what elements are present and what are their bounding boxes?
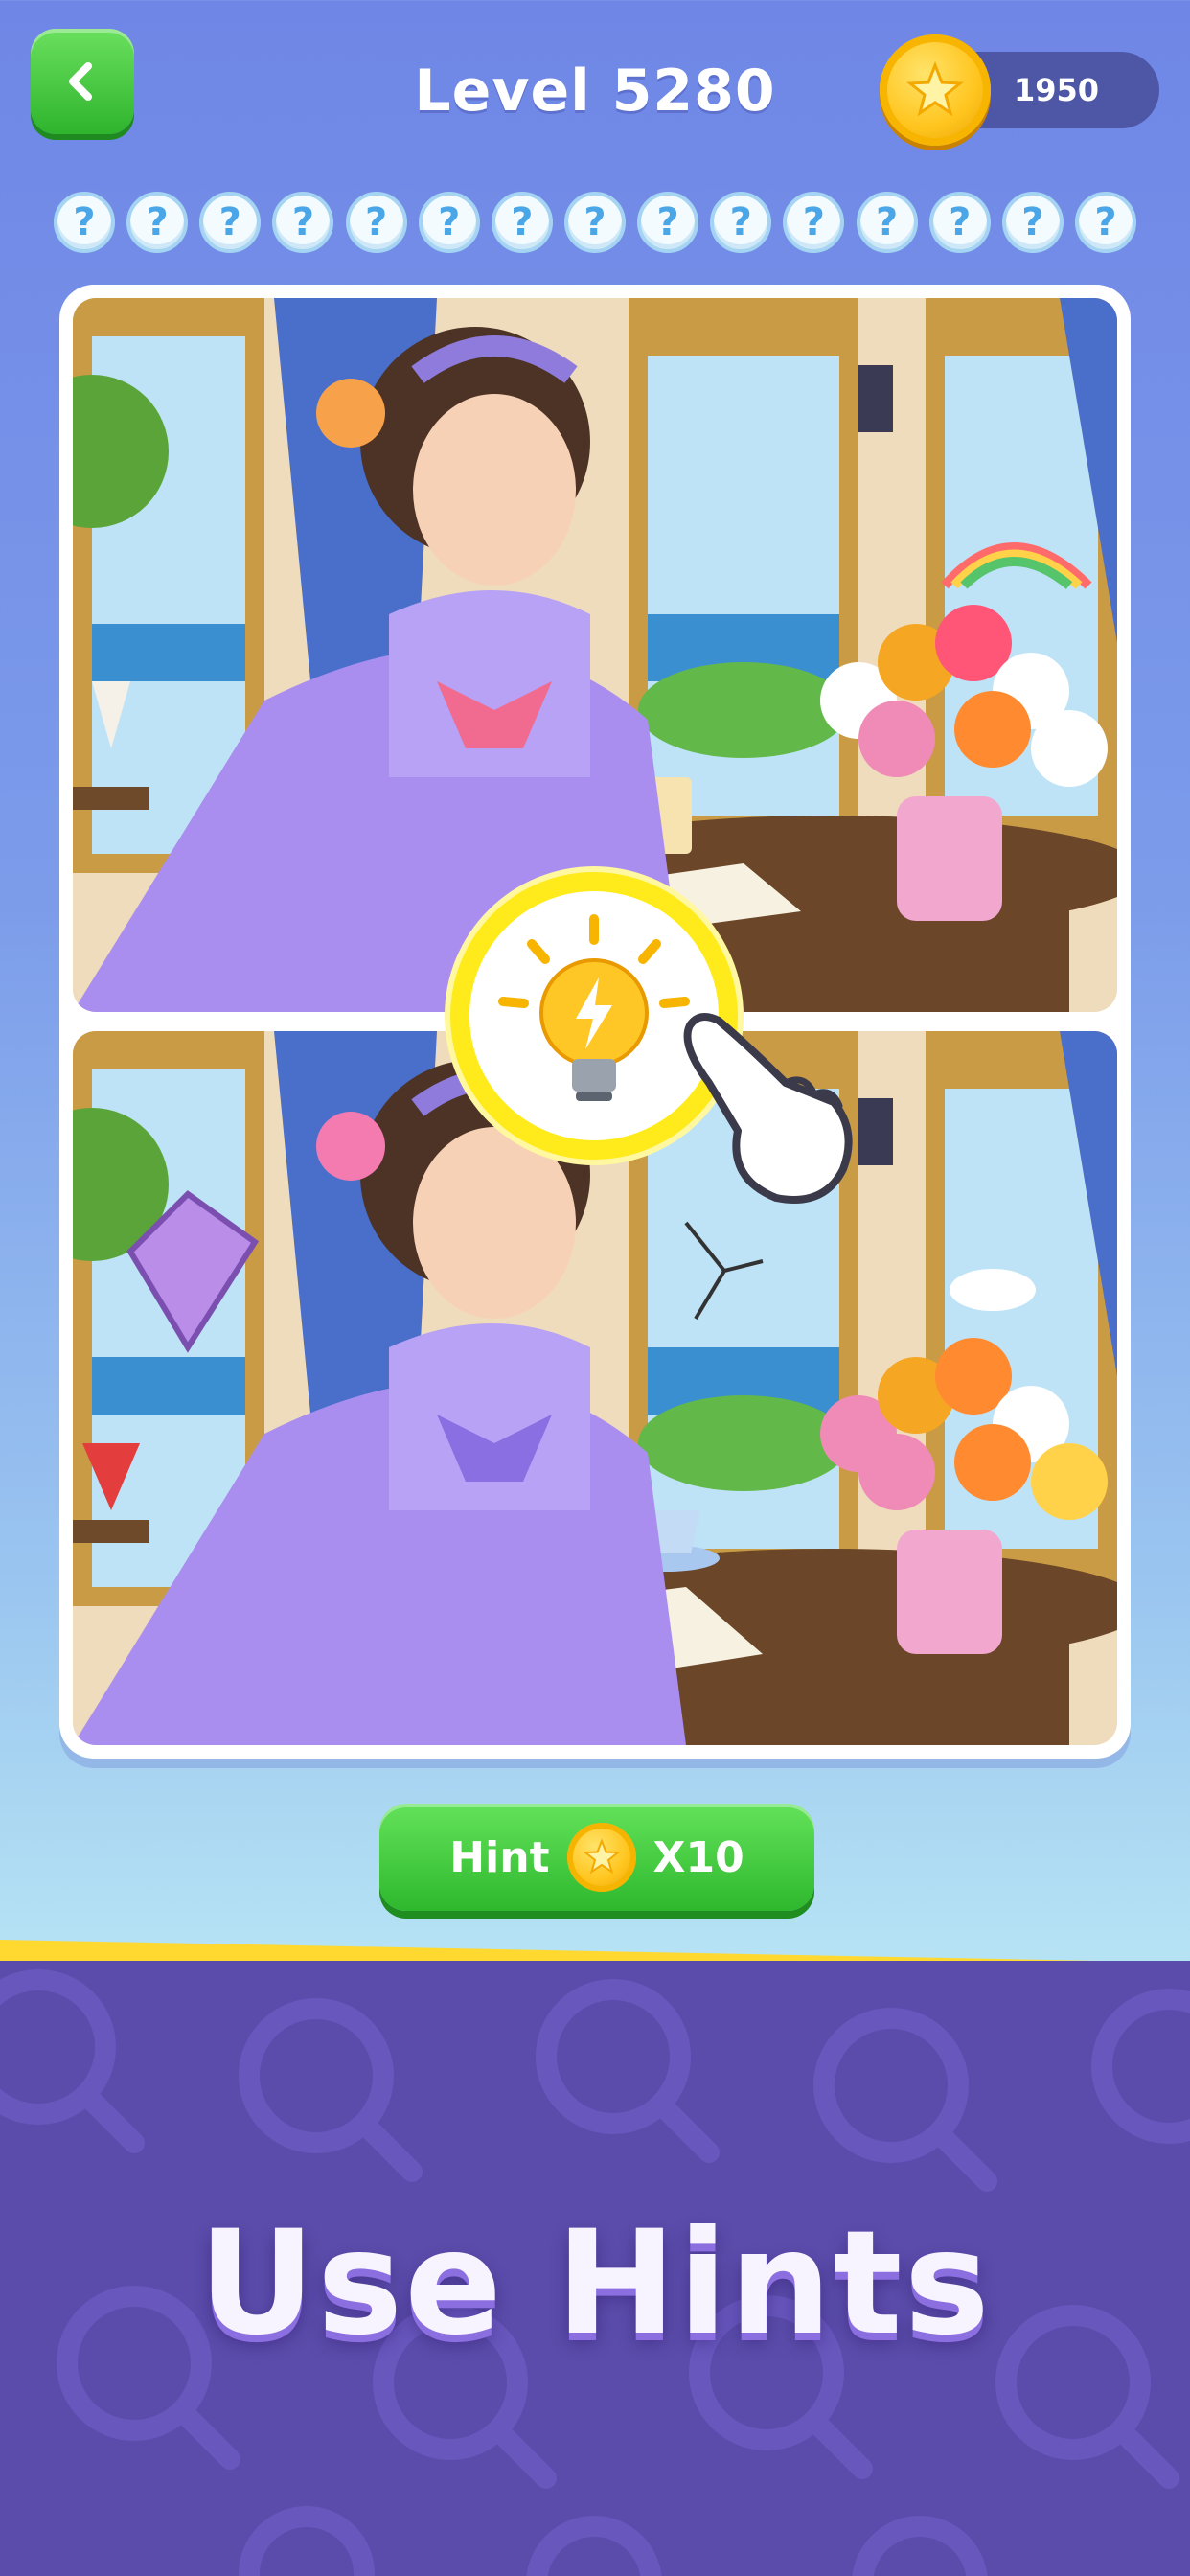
question-mark-icon: ? (783, 192, 845, 253)
question-mark-icon: ? (126, 192, 189, 253)
hint-button[interactable]: Hint X10 (379, 1804, 814, 1911)
question-mark-icon: ? (1001, 192, 1064, 253)
difference-markers: ??????????????? (54, 192, 1136, 255)
promo-banner: Use Hints (0, 1961, 1190, 2576)
star-coin-icon (880, 34, 991, 146)
hint-label: Hint (449, 1832, 550, 1882)
hint-cost: X10 (652, 1832, 744, 1882)
question-mark-icon: ? (928, 192, 991, 253)
question-mark-icon: ? (54, 192, 115, 253)
question-mark-icon: ? (345, 192, 407, 253)
question-mark-icon: ? (272, 192, 334, 253)
question-mark-icon: ? (563, 192, 626, 253)
question-mark-icon: ? (710, 192, 772, 253)
question-mark-icon: ? (491, 192, 553, 253)
question-mark-icon: ? (199, 192, 262, 253)
promo-title: Use Hints (198, 2200, 992, 2367)
coin-count: 1950 (1014, 72, 1100, 108)
question-mark-icon: ? (637, 192, 699, 253)
question-mark-icon: ? (1074, 192, 1136, 253)
question-mark-icon: ? (418, 192, 480, 253)
pointer-hand-icon (683, 1013, 853, 1204)
star-coin-icon (566, 1823, 636, 1892)
question-mark-icon: ? (856, 192, 918, 253)
